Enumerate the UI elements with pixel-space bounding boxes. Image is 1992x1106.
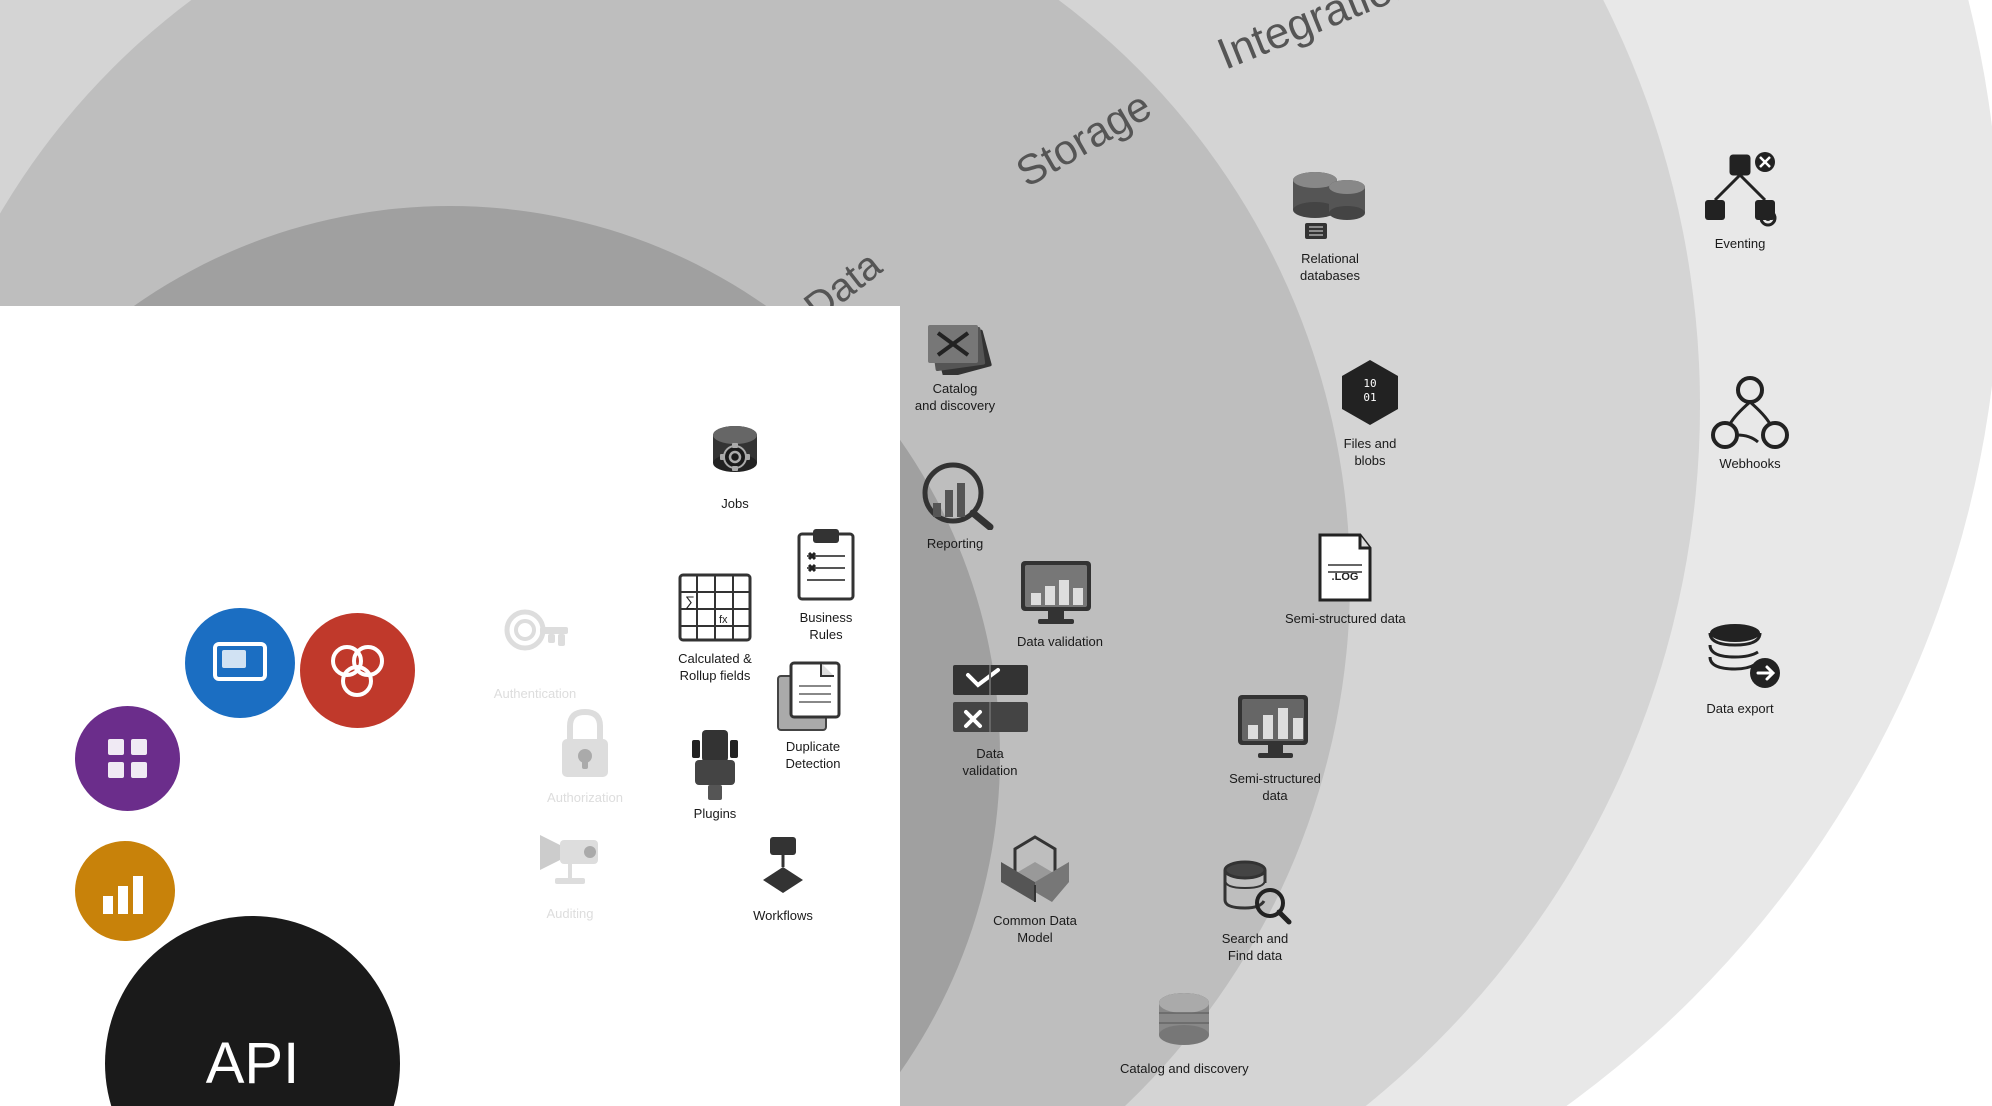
authentication-label: Authentication [470,686,600,703]
data-validation-icon [948,660,1033,740]
svg-text:∑: ∑ [685,593,695,609]
red-app-icon [325,641,390,701]
data-export-label: Data export [1700,701,1780,718]
red-app-circle[interactable] [300,613,415,728]
data-export-item: Data export [1700,615,1780,718]
svg-text:01: 01 [1363,391,1376,404]
search-find-item: Search andFind data [1195,855,1315,965]
webhooks-icon [1710,370,1790,450]
blue-app-circle[interactable] [185,608,295,718]
business-rules-label: BusinessRules [776,610,876,644]
catalog-label: Catalogand discovery [895,381,1015,415]
gold-app-circle[interactable] [75,841,175,941]
eventing-item: Eventing [1700,150,1780,253]
data-lake-item: Catalog and discovery [1120,985,1249,1078]
svg-text:fx: fx [719,614,728,626]
search-find-label: Search andFind data [1195,931,1315,965]
relational-db-item: Relationaldatabases [1270,165,1390,285]
files-blobs-label: Files andblobs [1320,436,1420,470]
data-validation-label: Datavalidation [930,746,1050,780]
eventing-icon [1700,150,1780,230]
common-data-model-icon [993,832,1078,907]
data-validation-item: Datavalidation [930,660,1050,780]
plugins-label: Plugins [680,806,750,823]
workflows-label: Workflows [748,908,818,925]
plugins-icon [680,725,750,800]
authentication-icon [500,600,570,680]
authorization-label: Authorization [520,790,650,807]
catalog-icon [913,295,998,375]
workflows-item: Workflows [748,832,818,925]
semi-structured-item: Semi-structureddata [1210,690,1340,805]
plugins-item: Plugins [680,725,750,823]
purple-app-circle[interactable] [75,706,180,811]
business-rules-item: BusinessRules [776,524,876,644]
log-files-icon: .LOG [1310,530,1380,605]
modelling-label: Reporting [900,536,1010,553]
common-data-model-label: Common DataModel [975,913,1095,947]
files-blobs-item: 10 01 Files andblobs [1320,355,1420,470]
data-lake-label: Catalog and discovery [1120,1061,1249,1078]
eventing-label: Eventing [1700,236,1780,253]
blue-app-icon [210,636,270,691]
modelling-icon [915,455,995,530]
semi-structured-icon [1233,690,1318,765]
authorization-icon [550,704,620,784]
duplicate-detection-item: DuplicateDetection [758,658,868,773]
auditing-label: Auditing [510,906,630,923]
duplicate-detection-icon [773,658,853,733]
purple-app-icon [100,731,155,786]
calculated-fields-icon: ∑ fx [675,570,755,645]
webhooks-label: Webhooks [1710,456,1790,473]
semi-structured-label: Semi-structureddata [1210,771,1340,805]
auditing-icon [535,820,605,900]
reporting-item: Data validation [1005,558,1115,651]
data-export-icon [1700,615,1780,695]
common-data-model-item: Common DataModel [975,832,1095,947]
duplicate-detection-label: DuplicateDetection [758,739,868,773]
gold-app-icon [98,866,153,916]
api-label: API [206,1030,300,1097]
jobs-item: Jobs [700,420,770,513]
search-find-icon [1215,855,1295,925]
log-files-item: .LOG Semi-structured data [1285,530,1406,628]
modelling-item: Reporting [900,455,1010,553]
relational-db-icon [1285,165,1375,245]
jobs-icon [700,420,770,490]
auditing-item: Auditing [510,820,630,923]
relational-db-label: Relationaldatabases [1270,251,1390,285]
webhooks-item: Webhooks [1710,370,1790,473]
authentication-item: Authentication [470,600,600,703]
reporting-label: Data validation [1005,634,1115,651]
svg-text:10: 10 [1363,377,1376,390]
authorization-item: Authorization [520,704,650,807]
catalog-item: Catalogand discovery [895,295,1015,415]
workflows-icon [748,832,818,902]
files-blobs-icon: 10 01 [1333,355,1408,430]
reporting-icon [1018,558,1103,628]
jobs-label: Jobs [700,496,770,513]
log-files-label: Semi-structured data [1285,611,1406,628]
business-rules-icon [791,524,861,604]
data-lake-icon [1149,985,1219,1055]
